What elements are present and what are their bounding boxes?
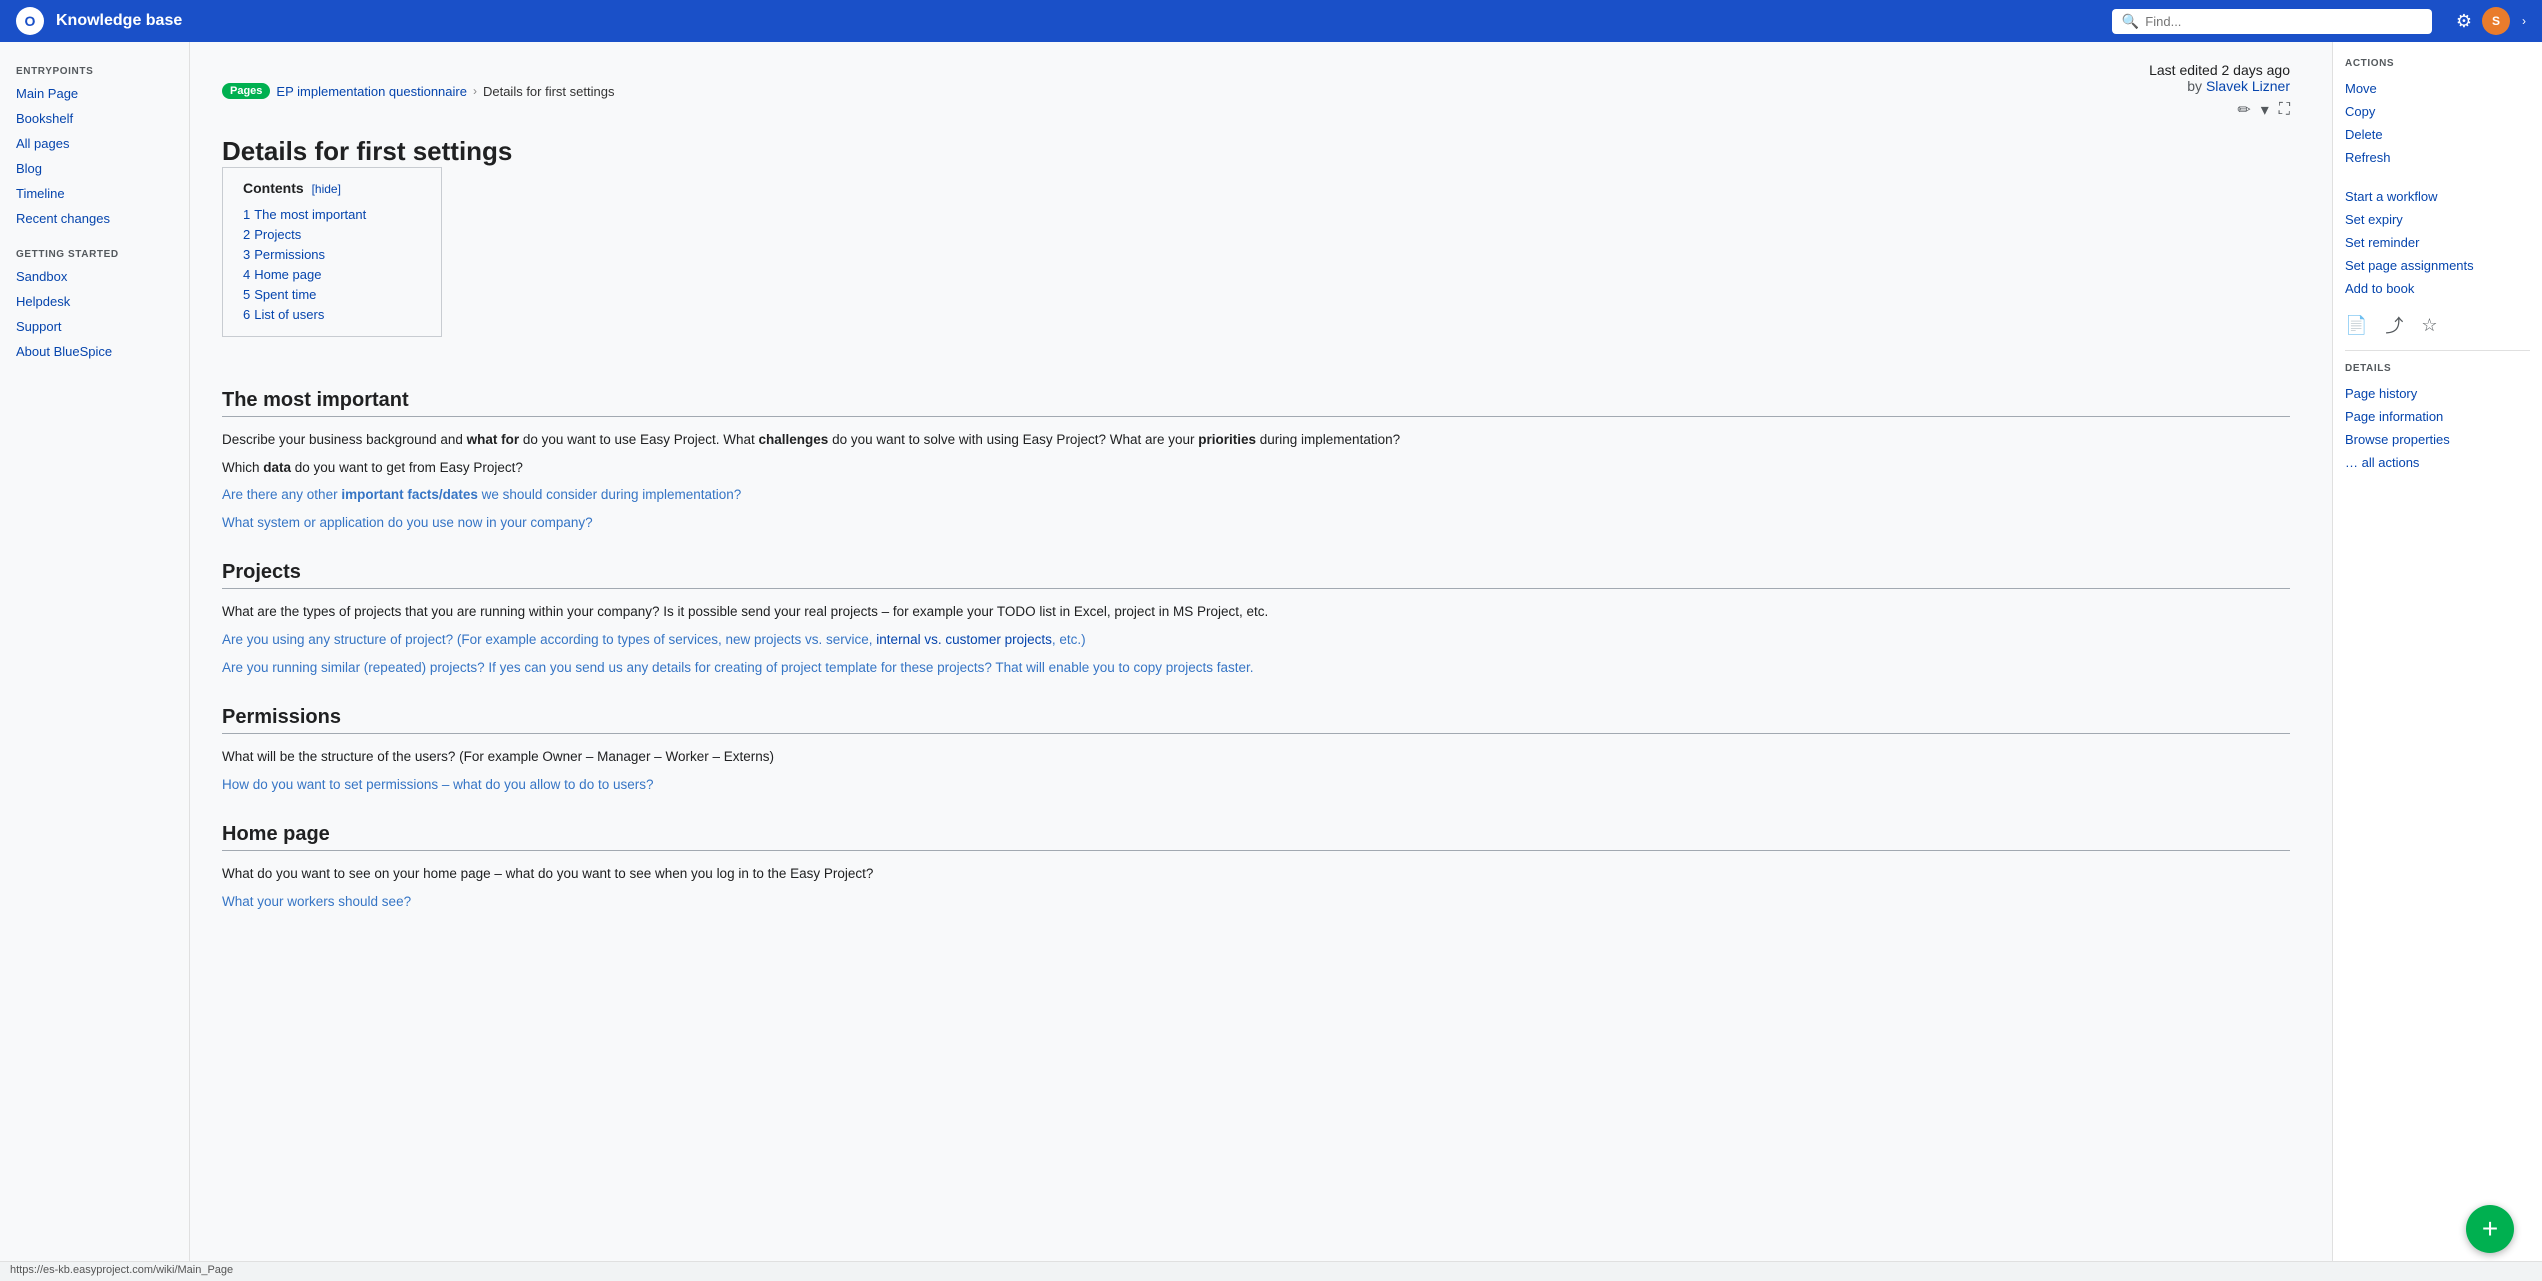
detail-page-history[interactable]: Page history <box>2345 382 2530 405</box>
app-logo[interactable]: O <box>16 7 44 35</box>
breadcrumb-separator: › <box>473 84 477 98</box>
search-icon: 🔍 <box>2122 13 2139 30</box>
contents-hide-toggle[interactable]: [hide] <box>312 182 341 196</box>
layout: ENTRYPOINTS Main Page Bookshelf All page… <box>0 42 2542 1281</box>
edit-icon[interactable]: ✏ <box>2237 100 2250 120</box>
action-set-page-assignments[interactable]: Set page assignments <box>2345 254 2530 277</box>
right-panel: ACTIONS Move Copy Delete Refresh Start a… <box>2332 42 2542 1281</box>
section-heading-most-important: The most important <box>222 389 2290 417</box>
contents-box: Contents [hide] 1The most important 2Pro… <box>222 167 442 337</box>
sidebar-label-getting-started: GETTING STARTED <box>0 241 189 264</box>
contents-item-6: 6List of users <box>243 304 421 324</box>
page-area: Pages EP implementation questionnaire › … <box>190 42 2322 1281</box>
sidebar-item-main-page[interactable]: Main Page <box>0 81 189 106</box>
nav-icons: ⚙ S › <box>2456 7 2526 35</box>
contents-link-3[interactable]: 3Permissions <box>243 247 325 262</box>
action-refresh[interactable]: Refresh <box>2345 146 2530 169</box>
status-url: https://es-kb.easyproject.com/wiki/Main_… <box>10 1264 233 1276</box>
page-action-icons: ✏ ▾ ⛶ <box>2149 100 2290 120</box>
edit-dropdown-icon[interactable]: ▾ <box>2261 100 2269 120</box>
page-meta: Last edited 2 days ago by Slavek Lizner … <box>2149 62 2290 120</box>
sidebar-item-helpdesk[interactable]: Helpdesk <box>0 289 189 314</box>
section-heading-permissions: Permissions <box>222 706 2290 734</box>
actions-label: ACTIONS <box>2345 58 2530 69</box>
sidebar-label-entrypoints: ENTRYPOINTS <box>0 58 189 81</box>
settings-icon[interactable]: ⚙ <box>2456 11 2472 32</box>
sidebar-section-entrypoints: ENTRYPOINTS Main Page Bookshelf All page… <box>0 58 189 231</box>
section-text-home-page-1: What do you want to see on your home pag… <box>222 863 2290 885</box>
fab-button[interactable]: + <box>2466 1205 2514 1253</box>
contents-item-1: 1The most important <box>243 204 421 224</box>
sidebar-item-support[interactable]: Support <box>0 314 189 339</box>
contents-item-3: 3Permissions <box>243 244 421 264</box>
sidebar-section-getting-started: GETTING STARTED Sandbox Helpdesk Support… <box>0 241 189 364</box>
sidebar-item-all-pages[interactable]: All pages <box>0 131 189 156</box>
main-content: Pages EP implementation questionnaire › … <box>190 42 2542 1281</box>
section-text-most-important-4: What system or application do you use no… <box>222 512 2290 534</box>
section-text-projects-1: What are the types of projects that you … <box>222 601 2290 623</box>
share-icon[interactable]: ⤴ <box>2385 312 2403 338</box>
sidebar-item-recent-changes[interactable]: Recent changes <box>0 206 189 231</box>
detail-page-information[interactable]: Page information <box>2345 405 2530 428</box>
section-text-permissions-2: How do you want to set permissions – wha… <box>222 774 2290 796</box>
sidebar-item-sandbox[interactable]: Sandbox <box>0 264 189 289</box>
user-avatar[interactable]: S <box>2482 7 2510 35</box>
sidebar-item-timeline[interactable]: Timeline <box>0 181 189 206</box>
action-copy[interactable]: Copy <box>2345 100 2530 123</box>
section-text-most-important-3: Are there any other important facts/date… <box>222 484 2290 506</box>
top-nav: O Knowledge base 🔍 ⚙ S › <box>0 0 2542 42</box>
section-text-most-important-1: Describe your business background and wh… <box>222 429 2290 451</box>
breadcrumb-parent-link[interactable]: EP implementation questionnaire <box>276 84 467 99</box>
contents-link-6[interactable]: 6List of users <box>243 307 324 322</box>
action-start-workflow[interactable]: Start a workflow <box>2345 185 2530 208</box>
contents-link-2[interactable]: 2Projects <box>243 227 301 242</box>
sidebar-item-about-bluespice[interactable]: About BlueSpice <box>0 339 189 364</box>
search-bar[interactable]: 🔍 <box>2112 9 2432 34</box>
detail-all-actions[interactable]: … all actions <box>2345 451 2530 474</box>
contents-link-1[interactable]: 1The most important <box>243 207 366 222</box>
section-text-home-page-2: What your workers should see? <box>222 891 2290 913</box>
star-icon[interactable]: ☆ <box>2421 315 2437 336</box>
section-text-permissions-1: What will be the structure of the users?… <box>222 746 2290 768</box>
sidebar: ENTRYPOINTS Main Page Bookshelf All page… <box>0 42 190 1281</box>
details-label: DETAILS <box>2345 363 2530 374</box>
sidebar-item-bookshelf[interactable]: Bookshelf <box>0 106 189 131</box>
section-text-projects-2: Are you using any structure of project? … <box>222 629 2290 651</box>
editor-info: by Slavek Lizner <box>2149 78 2290 94</box>
page-title: Details for first settings <box>222 136 2290 167</box>
logo-text: O <box>25 13 36 29</box>
contents-item-4: 4Home page <box>243 264 421 284</box>
app-title: Knowledge base <box>56 12 182 30</box>
document-icon[interactable]: 📄 <box>2345 315 2367 336</box>
section-heading-home-page: Home page <box>222 823 2290 851</box>
section-text-projects-3: Are you running similar (repeated) proje… <box>222 657 2290 679</box>
breadcrumb-current-page: Details for first settings <box>483 84 615 99</box>
contents-list: 1The most important 2Projects 3Permissio… <box>243 204 421 324</box>
panel-icon-row: 📄 ⤴ ☆ <box>2345 312 2530 338</box>
avatar-chevron-icon: › <box>2522 14 2526 28</box>
section-text-most-important-2: Which data do you want to get from Easy … <box>222 457 2290 479</box>
breadcrumb: Pages EP implementation questionnaire › … <box>222 62 2290 120</box>
action-set-expiry[interactable]: Set expiry <box>2345 208 2530 231</box>
expand-icon[interactable]: ⛶ <box>2279 101 2290 119</box>
panel-divider <box>2345 350 2530 351</box>
breadcrumb-pages-badge[interactable]: Pages <box>222 83 270 99</box>
contents-item-5: 5Spent time <box>243 284 421 304</box>
action-add-to-book[interactable]: Add to book <box>2345 277 2530 300</box>
action-delete[interactable]: Delete <box>2345 123 2530 146</box>
section-heading-projects: Projects <box>222 561 2290 589</box>
contents-link-4[interactable]: 4Home page <box>243 267 321 282</box>
action-set-reminder[interactable]: Set reminder <box>2345 231 2530 254</box>
last-edited-text: Last edited 2 days ago <box>2149 62 2290 78</box>
editor-link[interactable]: Slavek Lizner <box>2206 78 2290 94</box>
contents-item-2: 2Projects <box>243 224 421 244</box>
search-input[interactable] <box>2145 14 2422 29</box>
detail-browse-properties[interactable]: Browse properties <box>2345 428 2530 451</box>
contents-title: Contents [hide] <box>243 180 421 196</box>
sidebar-item-blog[interactable]: Blog <box>0 156 189 181</box>
status-bar: https://es-kb.easyproject.com/wiki/Main_… <box>0 1261 2542 1281</box>
contents-link-5[interactable]: 5Spent time <box>243 287 316 302</box>
action-move[interactable]: Move <box>2345 77 2530 100</box>
